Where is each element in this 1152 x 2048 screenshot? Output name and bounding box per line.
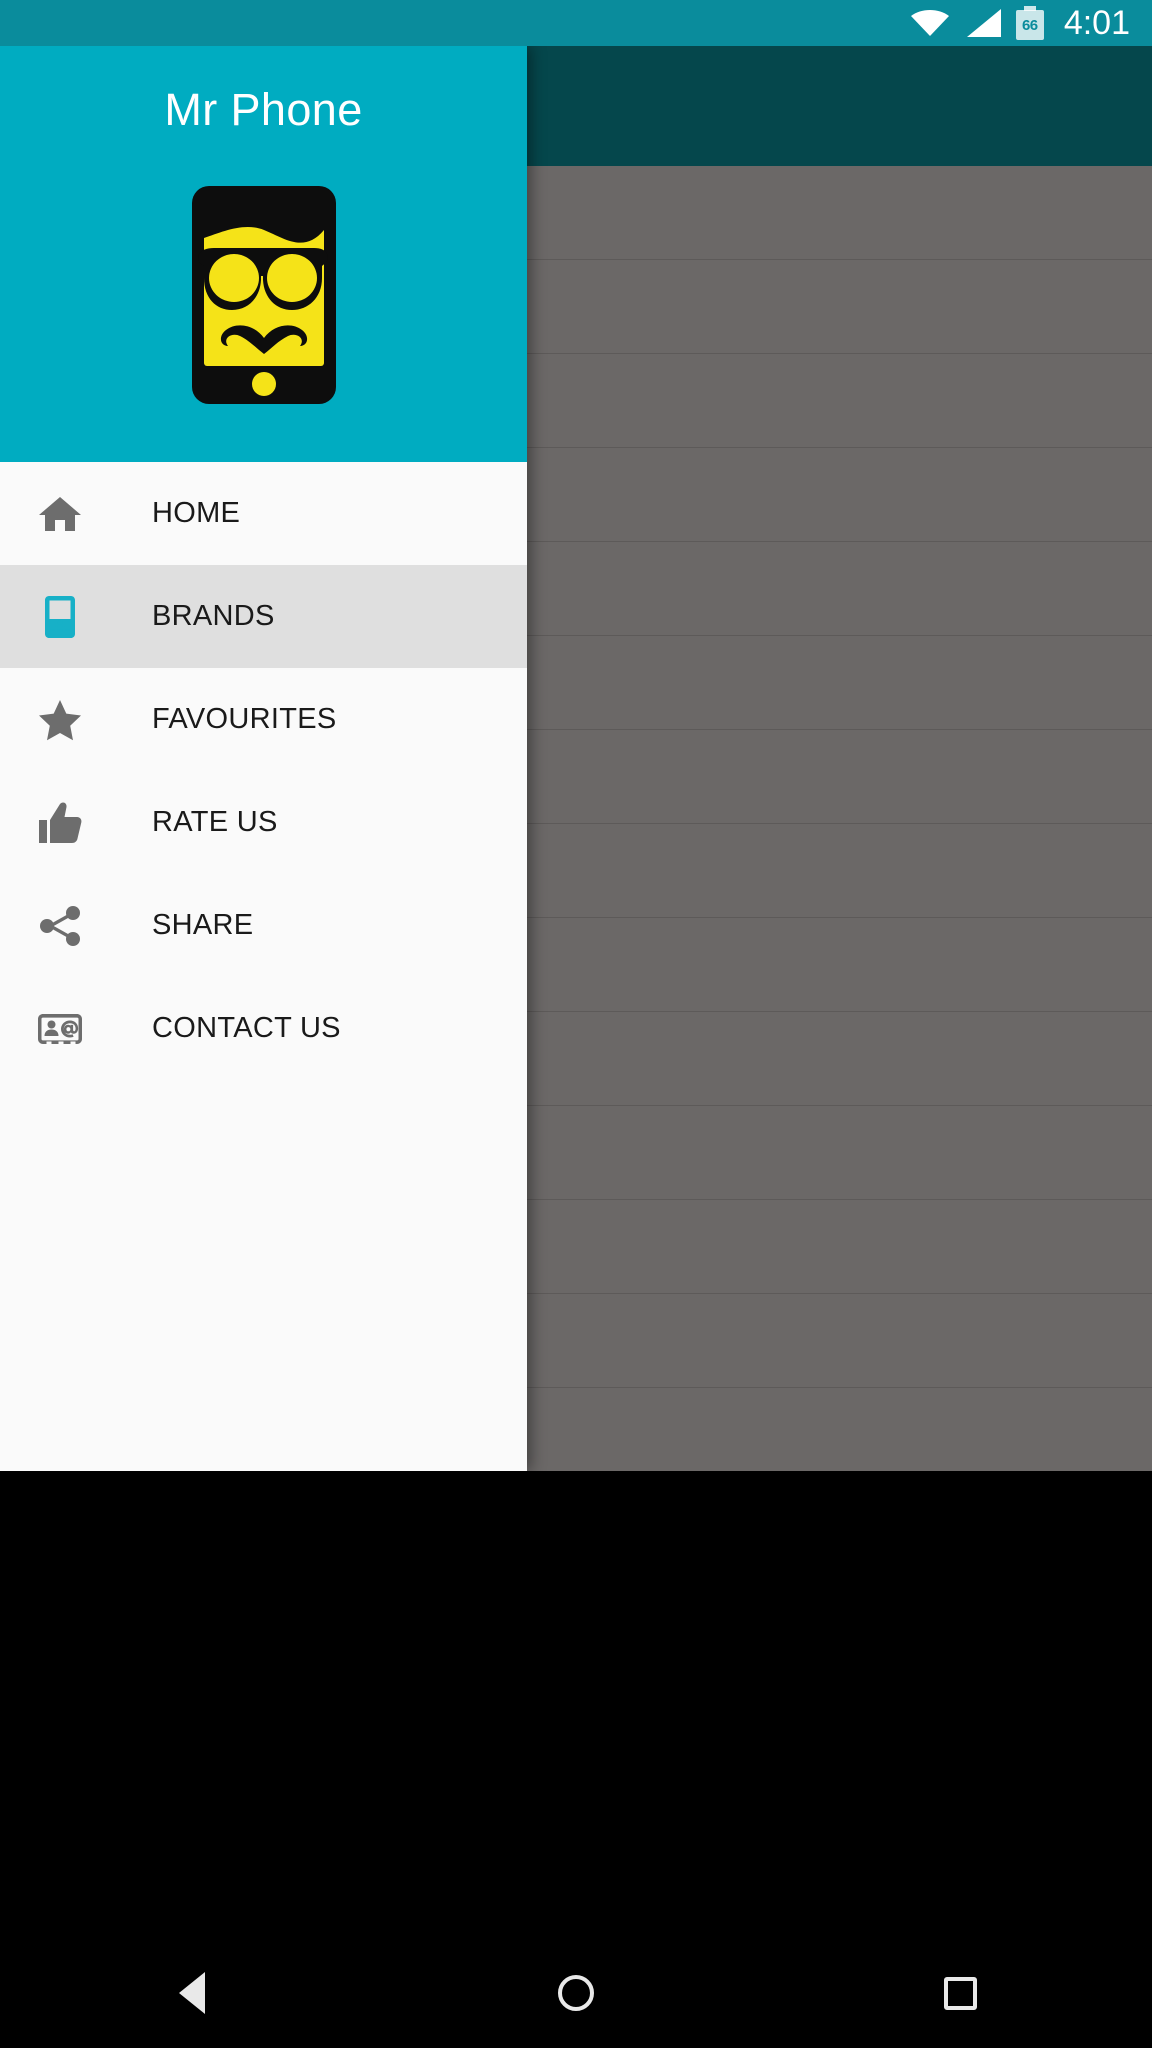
system-navigation-bar — [0, 1938, 1152, 2048]
mr-phone-logo — [191, 186, 336, 404]
drawer-item-favourites[interactable]: FAVOURITES — [0, 668, 527, 771]
drawer-item-brands[interactable]: BRANDS — [0, 565, 527, 668]
drawer-item-label: SHARE — [152, 909, 254, 941]
drawer-item-label: HOME — [152, 497, 241, 529]
signal-icon — [964, 8, 1002, 38]
drawer-menu: HOME BRANDS FAVOURITES RATE US SHARE CONTACT … — [0, 462, 527, 1080]
android-screen: Mr Phone HOME BRANDS FAVOURITES RATE US … — [0, 0, 1152, 2048]
drawer-item-share[interactable]: SHARE — [0, 874, 527, 977]
share-icon — [29, 902, 91, 950]
drawer-item-contact-us[interactable]: CONTACT US — [0, 977, 527, 1080]
back-triangle-icon — [179, 1972, 205, 2014]
star-icon — [29, 696, 91, 744]
status-clock: 4:01 — [1063, 4, 1130, 42]
drawer-item-label: BRANDS — [152, 600, 275, 632]
app-title: Mr Phone — [164, 84, 363, 135]
drawer-header: Mr Phone — [0, 46, 527, 462]
status-icons: 66 4:01 — [910, 6, 1130, 40]
home-circle-icon — [558, 1975, 594, 2011]
status-bar: 66 4:01 — [0, 0, 1152, 46]
contact-card-icon — [29, 1005, 91, 1053]
phone-icon — [29, 593, 91, 641]
recents-button[interactable] — [768, 1938, 1152, 2048]
battery-body: 66 — [1015, 10, 1044, 40]
navigation-drawer[interactable]: Mr Phone HOME BRANDS FAVOURITES RATE US … — [0, 46, 527, 1471]
wifi-icon — [910, 9, 950, 37]
thumbs-up-icon — [29, 799, 91, 847]
drawer-item-label: CONTACT US — [152, 1012, 341, 1044]
battery-icon: 66 — [1015, 6, 1044, 40]
drawer-item-rate-us[interactable]: RATE US — [0, 771, 527, 874]
back-button[interactable] — [0, 1938, 384, 2048]
home-button[interactable] — [384, 1938, 768, 2048]
home-icon — [29, 490, 91, 538]
drawer-item-label: RATE US — [152, 806, 278, 838]
drawer-item-home[interactable]: HOME — [0, 462, 527, 565]
recents-square-icon — [943, 1976, 977, 2010]
drawer-item-label: FAVOURITES — [152, 703, 337, 735]
battery-level: 66 — [1021, 16, 1038, 34]
